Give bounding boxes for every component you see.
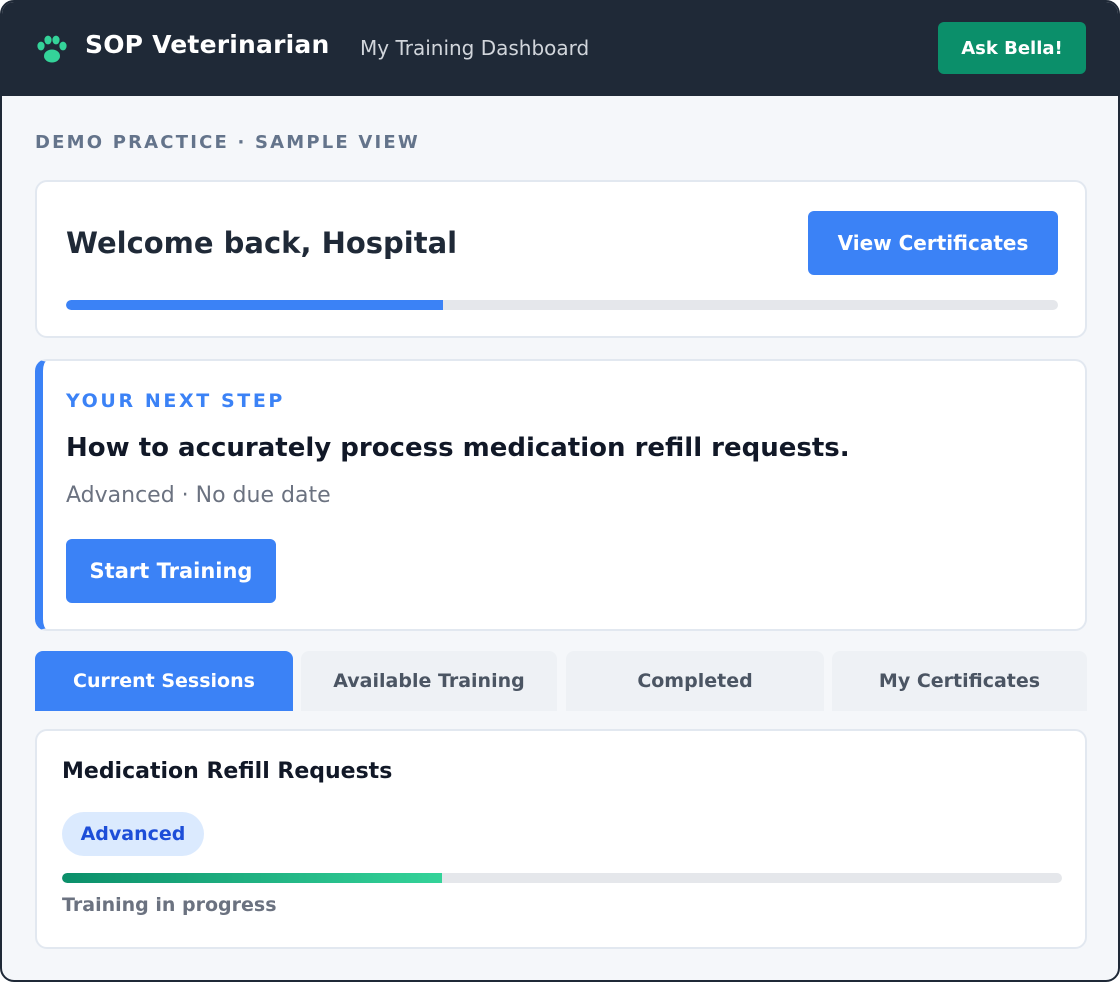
next-step-meta: Advanced · No due date [66,483,331,508]
overall-progress-bar [66,300,1058,310]
tab-completed[interactable]: Completed [566,651,824,711]
welcome-heading: Welcome back, Hospital [66,226,458,260]
tab-my-certificates[interactable]: My Certificates [832,651,1087,711]
tab-current-sessions[interactable]: Current Sessions [35,651,293,711]
session-progress-fill [62,873,442,883]
app-brand-name: SOP Veterinarian [85,30,330,59]
session-card[interactable]: Medication Refill Requests Advanced Trai… [35,729,1087,949]
view-certificates-button[interactable]: View Certificates [808,211,1058,275]
next-step-title: How to accurately process medication ref… [66,433,850,463]
session-status-text: Training in progress [62,894,277,916]
page-subtitle: My Training Dashboard [360,36,590,60]
welcome-card: Welcome back, Hospital View Certificates [35,180,1087,338]
next-step-label: YOUR NEXT STEP [66,390,285,412]
difficulty-badge: Advanced [62,812,204,856]
next-step-card: YOUR NEXT STEP How to accurately process… [35,359,1087,631]
tab-available-training[interactable]: Available Training [301,651,557,711]
app-window: SOP Veterinarian My Training Dashboard A… [0,0,1120,982]
top-navigation-bar: SOP Veterinarian My Training Dashboard A… [2,2,1118,96]
overall-progress-fill [66,300,443,310]
session-progress-bar [62,873,1062,883]
start-training-button[interactable]: Start Training [66,539,276,603]
practice-context-label: DEMO PRACTICE · SAMPLE VIEW [35,132,420,153]
training-tabs: Current Sessions Available Training Comp… [35,651,1087,711]
session-title: Medication Refill Requests [62,759,393,784]
paw-icon [37,35,67,63]
ask-bella-button[interactable]: Ask Bella! [938,22,1086,74]
